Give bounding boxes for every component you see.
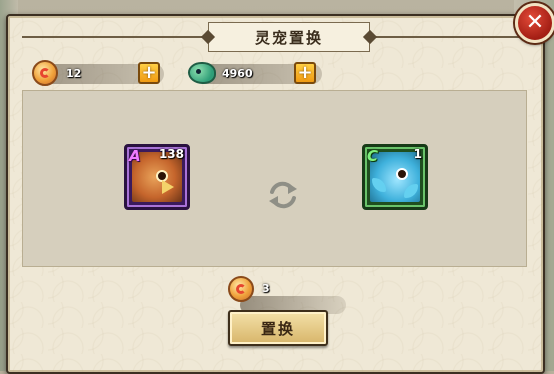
green-bean-icon <box>188 62 216 84</box>
source-pet-rank: A <box>129 147 141 165</box>
source-pet-slot[interactable]: A 138 <box>124 144 190 210</box>
dialog-title: 灵宠置换 <box>254 28 323 47</box>
gold-coin-icon <box>228 276 254 302</box>
title-divider-left <box>22 36 202 38</box>
title-ornament-left-icon <box>200 29 216 45</box>
add-jade-button[interactable]: + <box>294 62 316 84</box>
target-pet-slot[interactable]: C 1 <box>362 144 428 210</box>
swap-arrows-icon <box>269 181 297 209</box>
target-pet-level: 1 <box>413 147 422 161</box>
jade-amount: 4960 <box>222 67 253 80</box>
target-pet-rank: C <box>367 147 379 165</box>
confirm-swap-button[interactable]: 置换 <box>228 310 328 346</box>
source-pet-level: 138 <box>158 147 184 161</box>
pet-eye-icon <box>396 168 408 180</box>
swap-cost-amount: 3 <box>262 282 270 295</box>
add-gold-button[interactable]: + <box>138 62 160 84</box>
dialog-title-banner: 灵宠置换 <box>200 22 378 52</box>
pet-beak-icon <box>162 180 174 194</box>
pet-fin-icon <box>404 184 418 198</box>
pet-swap-dialog: 灵宠置换 12 + 4960 + A 138 C 1 3 置换 <box>6 14 545 374</box>
title-ornament-right-icon <box>362 29 378 45</box>
gold-amount: 12 <box>66 67 82 80</box>
gold-coin-icon <box>32 60 58 86</box>
pet-fin-icon <box>372 178 386 192</box>
close-icon: ✕ <box>525 10 545 35</box>
swap-panel <box>22 90 527 267</box>
close-button[interactable]: ✕ <box>515 3 554 43</box>
title-divider-right <box>374 36 529 38</box>
